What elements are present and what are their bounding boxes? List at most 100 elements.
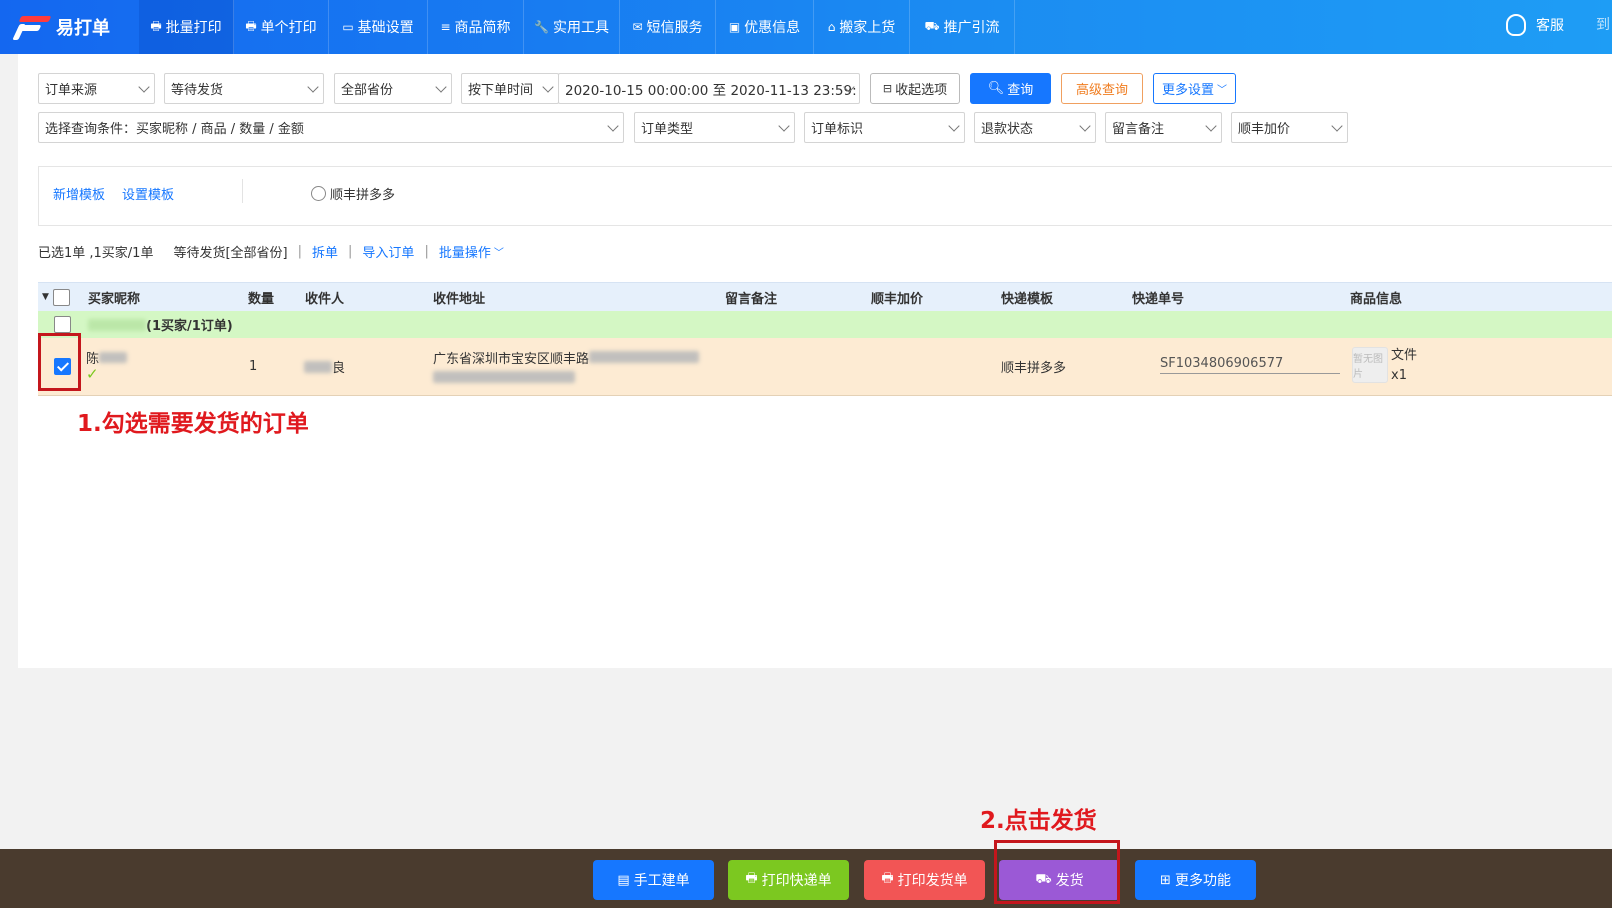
- search-icon: 🔍︎: [987, 81, 1005, 96]
- nav-marketing[interactable]: ⛟ 推广引流: [910, 0, 1015, 54]
- more-settings-button[interactable]: 更多设置 ﹀: [1153, 73, 1236, 104]
- customer-service[interactable]: 客服: [1506, 14, 1564, 36]
- chevron-down-icon: [435, 81, 447, 93]
- col-quantity[interactable]: 数量: [248, 283, 274, 311]
- nav-migrate[interactable]: ⌂ 搬家上货: [814, 0, 910, 54]
- print-invoice-button[interactable]: 🖶 打印发货单: [864, 860, 985, 900]
- list-icon: ≡: [440, 20, 451, 34]
- query-condition-select[interactable]: 选择查询条件：买家昵称 / 商品 / 数量 / 金额: [38, 112, 624, 143]
- order-flag-select[interactable]: 订单标识: [804, 112, 965, 143]
- col-sf-price[interactable]: 顺丰加价: [871, 283, 923, 311]
- col-product[interactable]: 商品信息: [1350, 283, 1402, 311]
- product-thumbnail[interactable]: 暂无图片: [1352, 347, 1388, 383]
- printer-icon: 🖶: [745, 871, 758, 886]
- logo-icon: [12, 12, 52, 42]
- radio-button[interactable]: [311, 186, 326, 201]
- mail-icon: ✉: [632, 20, 643, 34]
- product-info: 文件 x1: [1391, 348, 1418, 383]
- nav-batch-print[interactable]: 🖶 批量打印: [139, 0, 234, 54]
- quantity-cell: 1: [249, 359, 258, 374]
- date-range-input[interactable]: 2020-10-15 00:00:00 至 2020-11-13 23:59:: [558, 73, 860, 104]
- template-bar: 新增模板 设置模板 顺丰拼多多: [38, 166, 1612, 226]
- action-footer: ▤ 手工建单 🖶 打印快递单 🖶 打印发货单 ⛟ 发货 ⊞ 更多功能: [0, 849, 1612, 908]
- car-icon: ⛟: [924, 19, 940, 33]
- main-panel: 订单来源 等待发货 全部省份 按下单时间 2020-10-15 00:00:00…: [18, 54, 1612, 668]
- minus-square-icon: ⊟: [882, 82, 893, 95]
- chevron-down-icon: [307, 81, 319, 93]
- advanced-search-button[interactable]: 高级查询: [1061, 73, 1143, 104]
- message-note-select[interactable]: 留言备注: [1105, 112, 1222, 143]
- group-checkbox[interactable]: [54, 316, 71, 333]
- add-template-link[interactable]: 新增模板: [53, 184, 105, 203]
- image-placeholder-icon: 暂无图片: [1352, 347, 1388, 383]
- annotation-step2: 2.点击发货: [980, 808, 1097, 834]
- chevron-down-icon: [1205, 120, 1217, 132]
- col-message[interactable]: 留言备注: [725, 283, 777, 311]
- order-source-select[interactable]: 订单来源: [38, 73, 155, 104]
- plus-square-icon: ⊞: [1160, 872, 1171, 888]
- table-row[interactable]: 陈 ✓ 1 良 广东省深圳市宝安区顺丰路 顺丰拼多多 SF10348069065…: [38, 338, 1612, 396]
- print-express-button[interactable]: 🖶 打印快递单: [728, 860, 849, 900]
- chevron-down-icon: [138, 81, 150, 93]
- batch-operation-link[interactable]: 批量操作: [439, 242, 491, 261]
- annotation-step1: 1.勾选需要发货的订单: [77, 411, 309, 437]
- chevron-down-icon: [778, 120, 790, 132]
- status-summary: 等待发货[全部省份]: [173, 246, 288, 261]
- chevron-down-icon: [1331, 120, 1343, 132]
- top-navbar: 易打单 🖶 批量打印 🖶 单个打印 ▭ 基础设置 ≡ 商品简称 🔧 实用工具 ✉ 短信服务 …: [0, 0, 1612, 54]
- printer-icon: 🖶: [881, 871, 894, 886]
- chevron-down-icon: [948, 120, 960, 132]
- collapse-options-button[interactable]: ⊟ 收起选项: [870, 73, 960, 104]
- divider: [242, 179, 243, 203]
- template-option-sf-pdd[interactable]: 顺丰拼多多: [311, 184, 395, 203]
- nav-basic-settings[interactable]: ▭ 基础设置: [329, 0, 428, 54]
- sf-price-select[interactable]: 顺丰加价: [1231, 112, 1348, 143]
- printer-icon: 🖶: [245, 18, 257, 33]
- col-recipient[interactable]: 收件人: [305, 283, 344, 311]
- template-settings-link[interactable]: 设置模板: [122, 184, 174, 203]
- nav-sms[interactable]: ✉ 短信服务: [620, 0, 716, 54]
- col-template[interactable]: 快递模板: [1001, 283, 1053, 311]
- order-status-select[interactable]: 等待发货: [164, 73, 324, 104]
- col-address[interactable]: 收件地址: [433, 283, 485, 311]
- nav-promotions[interactable]: ▣ 优惠信息: [716, 0, 814, 54]
- more-functions-button[interactable]: ⊞ 更多功能: [1135, 860, 1256, 900]
- order-type-select[interactable]: 订单类型: [634, 112, 795, 143]
- col-buyer[interactable]: 买家昵称: [88, 283, 140, 311]
- time-type-select[interactable]: 按下单时间: [461, 73, 559, 104]
- split-order-link[interactable]: 拆单: [312, 242, 338, 261]
- annotation-box-checkbox: [38, 333, 81, 391]
- blurred-buyer-name: [88, 318, 146, 331]
- select-all[interactable]: ▼: [42, 283, 70, 311]
- wrench-icon: 🔧: [534, 20, 549, 34]
- check-icon: ✓: [86, 365, 99, 383]
- nav-single-print[interactable]: 🖶 单个打印: [234, 0, 329, 54]
- col-tracking[interactable]: 快递单号: [1132, 283, 1184, 311]
- address-cell: 广东省深圳市宝安区顺丰路: [433, 348, 700, 387]
- selected-count: 已选1单 ,1买家/1单: [38, 246, 154, 261]
- province-select[interactable]: 全部省份: [334, 73, 452, 104]
- chevron-down-icon: [1079, 120, 1091, 132]
- chevron-down-icon: [607, 120, 619, 132]
- bag-icon: ⌂: [827, 20, 836, 34]
- chevron-down-icon: [542, 81, 554, 93]
- search-button[interactable]: 🔍︎ 查询: [970, 73, 1051, 104]
- import-order-link[interactable]: 导入订单: [362, 242, 414, 261]
- buyer-group-row: (1买家/1订单): [38, 311, 1612, 338]
- table-header: ▼ 买家昵称 数量 收件人 收件地址 留言备注 顺丰加价 快递模板 快递单号 商…: [38, 282, 1612, 311]
- app-logo[interactable]: 易打单: [12, 10, 110, 44]
- select-all-checkbox[interactable]: [52, 288, 70, 306]
- annotation-box-ship: [994, 840, 1120, 904]
- qq-icon: [1506, 14, 1526, 36]
- refund-status-select[interactable]: 退款状态: [974, 112, 1096, 143]
- nav-product-alias[interactable]: ≡ 商品简称: [428, 0, 524, 54]
- chevron-down-icon: ﹀: [1217, 85, 1227, 96]
- buyer-cell: 陈 ✓: [86, 348, 128, 383]
- template-cell: 顺丰拼多多: [1001, 361, 1067, 376]
- printer-icon: 🖶: [150, 18, 162, 33]
- nav-tools[interactable]: 🔧 实用工具: [524, 0, 620, 54]
- tracking-number-input[interactable]: SF1034806906577: [1160, 356, 1340, 374]
- selection-summary: 已选1单 ,1买家/1单 等待发货[全部省份] | 拆单 | 导入订单 | 批量…: [38, 242, 504, 261]
- recipient-cell: 良: [304, 338, 345, 395]
- manual-order-button[interactable]: ▤ 手工建单: [593, 860, 714, 900]
